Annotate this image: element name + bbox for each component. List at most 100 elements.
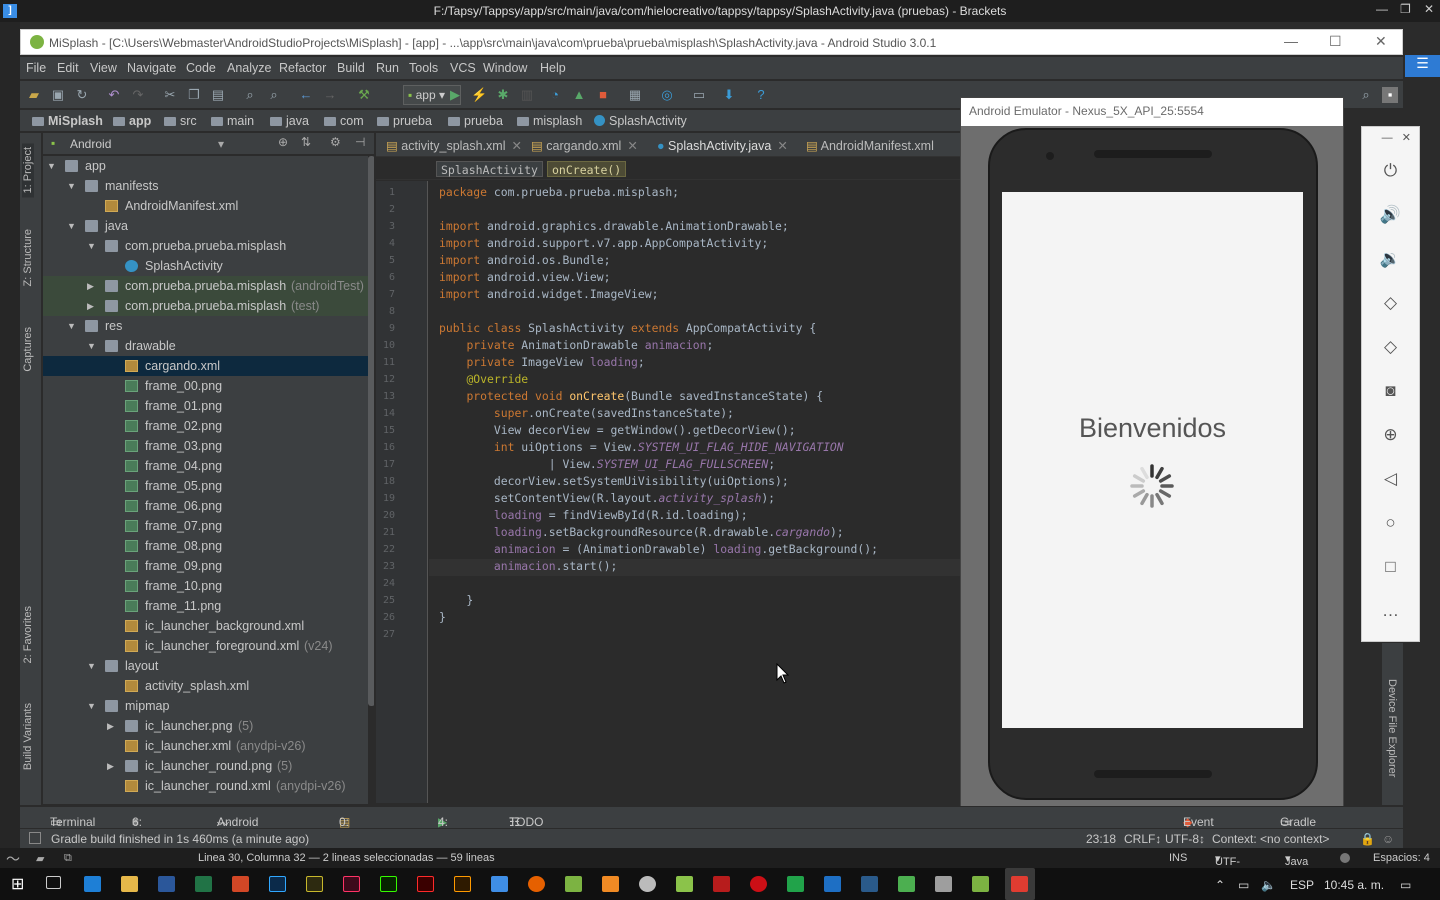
sync-icon[interactable]: ↻ <box>74 87 90 103</box>
tree-item[interactable]: frame_08.png <box>43 536 368 556</box>
collapse-arrow-icon[interactable]: ▼ <box>87 241 96 251</box>
code-line[interactable]: protected void onCreate(Bundle savedInst… <box>439 389 823 406</box>
undo-icon[interactable]: ↶ <box>106 87 122 103</box>
panel-toggle-icon[interactable] <box>29 832 41 844</box>
tree-item[interactable]: ▼ com.prueba.prueba.misplash <box>43 236 368 256</box>
project-view-select[interactable]: Android <box>70 137 111 151</box>
replace-icon[interactable]: ⌕ <box>266 87 282 103</box>
method-crumb[interactable]: onCreate() <box>547 161 627 177</box>
tab-favorites[interactable]: 2: Favorites <box>22 606 34 663</box>
network-icon[interactable]: ▭ <box>1238 878 1249 892</box>
stop-icon[interactable]: ■ <box>595 87 611 103</box>
collapse-arrow-icon[interactable]: ▼ <box>67 181 76 191</box>
code-line[interactable]: } <box>439 610 446 627</box>
zoom-icon[interactable]: ⊕ <box>1362 425 1419 445</box>
home-icon[interactable]: ○ <box>1362 513 1419 533</box>
indesign-icon[interactable] <box>343 876 360 892</box>
tree-item[interactable]: ▶ com.prueba.prueba.misplash (test) <box>43 296 368 316</box>
breadcrumb-item[interactable]: app <box>113 114 151 128</box>
live-preview-icon[interactable]: 〜 <box>6 849 20 869</box>
code-line[interactable]: import android.widget.ImageView; <box>439 287 658 304</box>
minimize-icon[interactable]: — <box>1382 132 1393 144</box>
debug-icon[interactable]: ✱ <box>495 87 511 103</box>
encoding-select[interactable]: UTF-8 ▾ <box>1215 852 1240 880</box>
muse-icon[interactable] <box>306 876 323 892</box>
tree-item[interactable]: SplashActivity <box>43 256 368 276</box>
search-everywhere-icon[interactable]: ⌕ <box>1358 87 1374 103</box>
menu-vcs[interactable]: VCS <box>450 61 476 75</box>
breadcrumb-item[interactable]: src <box>164 114 197 128</box>
code-line[interactable]: loading.setBackgroundResource(R.drawable… <box>439 525 844 542</box>
make-project-icon[interactable]: ⚒ <box>356 87 372 103</box>
input-language[interactable]: ESP <box>1290 878 1314 892</box>
minimize-icon[interactable]: — <box>1284 33 1298 49</box>
tree-item[interactable]: ic_launcher.xml (anydpi-v26) <box>43 736 368 756</box>
folder-icon[interactable]: ▰ <box>36 852 44 865</box>
tab-device-file-explorer[interactable]: Device File Explorer <box>1386 679 1398 777</box>
menu-view[interactable]: View <box>90 61 117 75</box>
code-editor[interactable]: package com.prueba.prueba.misplash; impor… <box>429 181 960 803</box>
avd-manager-icon[interactable]: ▦ <box>627 87 643 103</box>
dreamweaver-icon[interactable] <box>380 876 397 892</box>
copy-icon[interactable]: ❐ <box>186 87 202 103</box>
collapse-arrow-icon[interactable]: ▼ <box>87 661 96 671</box>
word-icon[interactable] <box>158 876 175 892</box>
close-icon[interactable]: ✕ <box>1402 132 1411 144</box>
menu-tools[interactable]: Tools <box>409 61 438 75</box>
open-icon[interactable]: ▰ <box>26 87 42 103</box>
tree-item[interactable]: frame_07.png <box>43 516 368 536</box>
hide-panel-icon[interactable]: ⊣ <box>355 135 365 149</box>
tab-android-manifest[interactable]: ▤ AndroidManifest.xml <box>806 138 934 153</box>
tree-item[interactable]: ic_launcher_background.xml <box>43 616 368 636</box>
run-icon[interactable]: ▶ <box>447 87 463 103</box>
profile-icon[interactable]: ▥ <box>519 87 535 103</box>
collapse-arrow-icon[interactable]: ▼ <box>87 341 96 351</box>
illustrator-icon[interactable] <box>454 876 471 892</box>
menu-refactor[interactable]: Refactor <box>279 61 326 75</box>
filezilla-icon[interactable] <box>713 876 730 892</box>
sync-gradle-icon[interactable]: ◎ <box>659 87 675 103</box>
code-line[interactable]: import android.view.View; <box>439 270 610 287</box>
cut-icon[interactable]: ✂ <box>162 87 178 103</box>
windows-start-icon[interactable]: ⊞ <box>11 874 28 893</box>
code-line[interactable]: private AnimationDrawable animacion; <box>439 338 713 355</box>
apply-changes-icon[interactable]: ⚡ <box>471 87 487 103</box>
back-arrow-icon[interactable]: ← <box>298 87 314 103</box>
breadcrumb-item[interactable]: MiSplash <box>32 114 103 128</box>
close-icon[interactable]: ✕ <box>1424 2 1434 16</box>
scroll-from-source-icon[interactable]: ⊕ <box>278 135 288 149</box>
save-icon[interactable]: ▣ <box>50 87 66 103</box>
tree-item[interactable]: frame_11.png <box>43 596 368 616</box>
code-line[interactable]: animacion = (AnimationDrawable) loading.… <box>439 542 878 559</box>
tab-splash-activity[interactable]: ● SplashActivity.java ✕ <box>657 138 788 153</box>
menu-help[interactable]: Help <box>540 61 566 75</box>
code-line[interactable]: | View.SYSTEM_UI_FLAG_FULLSCREEN; <box>439 457 775 474</box>
maximize-icon[interactable]: ☐ <box>1329 33 1342 50</box>
tree-item[interactable]: frame_06.png <box>43 496 368 516</box>
tree-item[interactable]: frame_10.png <box>43 576 368 596</box>
find-icon[interactable]: ⌕ <box>242 87 258 103</box>
more-icon[interactable]: … <box>1362 601 1419 621</box>
overview-icon[interactable]: □ <box>1362 557 1419 577</box>
code-line[interactable]: private ImageView loading; <box>439 355 644 372</box>
volume-icon[interactable]: 🔈 <box>1261 878 1276 892</box>
tree-item[interactable]: frame_09.png <box>43 556 368 576</box>
indent-setting[interactable]: Espacios: 4 <box>1373 852 1430 864</box>
tree-item[interactable]: frame_05.png <box>43 476 368 496</box>
opera-icon[interactable] <box>750 876 767 892</box>
chevron-up-icon[interactable]: ⌃ <box>1215 878 1225 892</box>
collapse-arrow-icon[interactable]: ▼ <box>87 701 96 711</box>
tree-item[interactable]: ▼ manifests <box>43 176 368 196</box>
tree-item[interactable]: ▼ layout <box>43 656 368 676</box>
breadcrumb-item[interactable]: java <box>270 114 309 128</box>
tree-item[interactable]: ▶ com.prueba.prueba.misplash (androidTest) <box>43 276 368 296</box>
notes-icon[interactable] <box>898 876 915 892</box>
tab-project[interactable]: 1: Project <box>22 143 34 198</box>
brackets-icon[interactable] <box>824 876 841 892</box>
breadcrumb-item[interactable]: prueba <box>377 114 432 128</box>
code-line[interactable]: import android.support.v7.app.AppCompatA… <box>439 236 768 253</box>
line-separator[interactable]: CRLF↕ <box>1124 832 1161 846</box>
code-line[interactable]: decorView.setSystemUiVisibility(uiOption… <box>439 474 789 491</box>
menu-file[interactable]: File <box>26 61 46 75</box>
menu-build[interactable]: Build <box>337 61 365 75</box>
